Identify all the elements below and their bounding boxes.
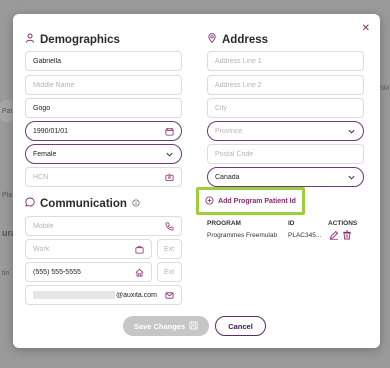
bg-fragment: tin (2, 270, 10, 277)
gender-select[interactable]: Female (25, 144, 182, 164)
chat-icon (25, 197, 35, 210)
first-name-field[interactable]: Gabriella (25, 51, 182, 71)
close-icon[interactable]: ✕ (362, 24, 370, 34)
country-select[interactable]: Canada (207, 167, 364, 187)
program-cell: Programmes Freemulab (207, 232, 278, 239)
program-column-header: PROGRAM (207, 220, 241, 227)
middle-name-field[interactable]: Middle Name (25, 75, 182, 95)
chevron-down-icon (347, 127, 356, 136)
address-line2-field[interactable]: Address Line 2 (207, 75, 364, 95)
mobile-field[interactable]: Mobile (25, 216, 182, 236)
edit-patient-modal: ✕ Demographics Gabriella Middle Name Gog… (13, 14, 380, 348)
id-column-header: ID (288, 220, 295, 227)
postal-code-field[interactable]: Postal Code (207, 144, 364, 164)
edit-icon[interactable] (329, 230, 339, 240)
address-line1-field[interactable]: Address Line 1 (207, 51, 364, 71)
bg-fragment: Pla (2, 192, 13, 199)
address-title: Address (222, 33, 269, 46)
hcn-field[interactable]: HCN (25, 167, 182, 187)
province-select[interactable]: Province (207, 121, 364, 141)
home-phone-field[interactable]: (555) 555-5555 (25, 262, 152, 282)
email-field[interactable]: @auxita.com (25, 285, 182, 305)
save-label: Save Changes (133, 321, 186, 331)
demographics-heading: Demographics (25, 33, 120, 46)
briefcase-icon (135, 245, 144, 254)
map-pin-icon (207, 33, 217, 46)
home-ext-field[interactable]: Ext (157, 262, 182, 282)
add-program-highlight: Add Program Patient Id (196, 187, 305, 215)
actions-column-header: ACTIONS (328, 220, 358, 227)
address-heading: Address (207, 33, 268, 46)
home-icon (135, 268, 144, 277)
save-changes-button[interactable]: Save Changes (123, 316, 209, 336)
communication-heading: Communication (25, 197, 140, 210)
demographics-title: Demographics (40, 33, 120, 46)
city-field[interactable]: City (207, 98, 364, 118)
bg-fragment: Pat (2, 108, 13, 115)
communication-title: Communication (40, 197, 127, 210)
work-ext-field[interactable]: Ext (157, 239, 182, 259)
mail-icon (165, 291, 174, 300)
trash-icon[interactable] (342, 230, 352, 240)
email-redacted (33, 291, 115, 299)
cancel-button[interactable]: Cancel (215, 316, 266, 336)
chevron-down-icon (347, 173, 356, 182)
calendar-icon[interactable] (165, 127, 174, 136)
save-icon (189, 320, 198, 332)
id-cell: PLAC345... (288, 232, 322, 239)
add-program-patient-id-button[interactable]: Add Program Patient Id (205, 195, 296, 207)
phone-icon (165, 222, 174, 231)
last-name-field[interactable]: Gogo (25, 98, 182, 118)
work-phone-field[interactable]: Work (25, 239, 152, 259)
user-icon (25, 33, 35, 46)
plus-circle-icon (205, 195, 214, 207)
add-program-label: Add Program Patient Id (218, 197, 296, 205)
chevron-down-icon (165, 150, 174, 159)
id-card-icon (165, 173, 174, 182)
info-icon[interactable] (132, 198, 140, 210)
dob-field[interactable]: 1990/01/01 (25, 121, 182, 141)
